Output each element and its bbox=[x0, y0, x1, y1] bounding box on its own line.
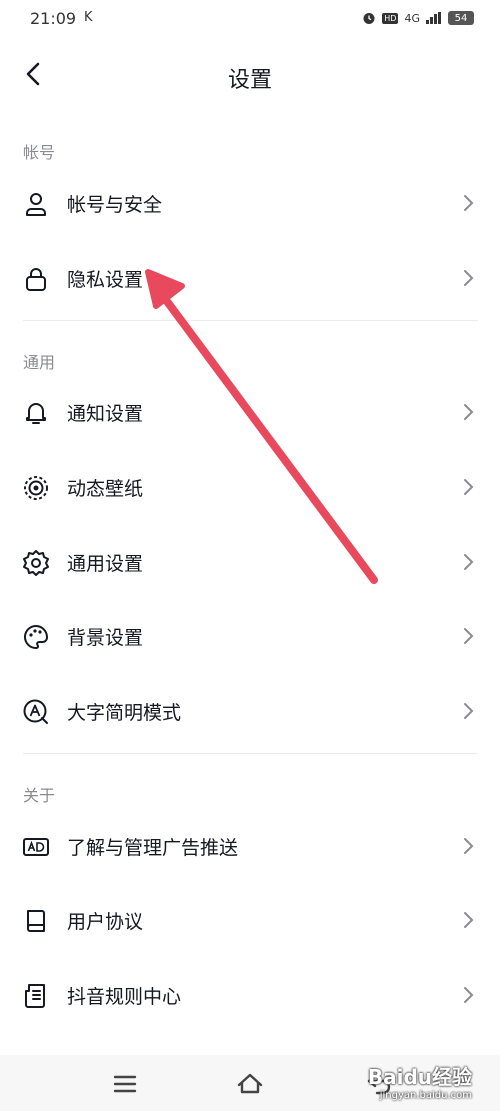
chevron-right-icon bbox=[464, 703, 474, 719]
settings-item-label: 了解与管理广告推送 bbox=[67, 837, 239, 859]
bell-icon bbox=[26, 403, 46, 424]
settings-item-label: 通用设置 bbox=[67, 553, 144, 575]
carrier-icon: K bbox=[84, 10, 93, 25]
baidu-watermark: Baidu经验 jingyan.baidu.com bbox=[368, 1061, 472, 1101]
chevron-right-icon bbox=[464, 987, 474, 1003]
divider bbox=[23, 320, 478, 321]
settings-item-label: 抖音规则中心 bbox=[67, 986, 182, 1008]
chevron-right-icon bbox=[464, 838, 474, 854]
menu-icon[interactable] bbox=[110, 1069, 140, 1099]
chevron-right-icon bbox=[464, 270, 474, 286]
palette-icon bbox=[24, 624, 49, 650]
divider bbox=[23, 753, 478, 754]
section-label-about: 关于 bbox=[23, 786, 56, 805]
network-label: 4G bbox=[404, 11, 420, 25]
settings-item-label: 通知设置 bbox=[67, 403, 144, 425]
watermark-brand: Baidu经验 bbox=[367, 1065, 472, 1089]
settings-item-account-security[interactable]: 帐号与安全 bbox=[0, 166, 500, 238]
book-icon bbox=[27, 910, 45, 932]
settings-item-label: 隐私设置 bbox=[67, 269, 144, 291]
rules-icon bbox=[25, 984, 45, 1008]
hd-badge: HD bbox=[382, 12, 399, 24]
settings-item-label: 背景设置 bbox=[67, 627, 144, 649]
status-time: 21:09 bbox=[30, 9, 77, 28]
settings-item-label: 大字简明模式 bbox=[67, 702, 182, 724]
settings-item-notifications[interactable]: 通知设置 bbox=[0, 375, 500, 447]
chevron-right-icon bbox=[464, 479, 474, 495]
settings-item-large-font-mode[interactable]: 大字简明模式 bbox=[0, 674, 500, 746]
chevron-right-icon bbox=[464, 912, 474, 928]
settings-item-privacy[interactable]: 隐私设置 bbox=[0, 241, 500, 313]
settings-item-label: 用户协议 bbox=[67, 911, 144, 933]
battery-icon: 54 bbox=[448, 11, 474, 25]
status-bar: 21:09 K HD 4G 54 bbox=[0, 0, 500, 40]
user-icon bbox=[26, 193, 46, 216]
gear-icon bbox=[23, 550, 49, 576]
settings-item-background[interactable]: 背景设置 bbox=[0, 599, 500, 671]
large-font-icon bbox=[23, 699, 48, 724]
chevron-right-icon bbox=[464, 404, 474, 420]
settings-item-general[interactable]: 通用设置 bbox=[0, 525, 500, 597]
settings-item-label: 动态壁纸 bbox=[67, 478, 144, 500]
ad-icon bbox=[23, 838, 49, 856]
section-label-general: 通用 bbox=[23, 353, 56, 372]
chevron-right-icon bbox=[464, 195, 474, 211]
section-label-account: 帐号 bbox=[23, 143, 56, 162]
wallpaper-icon bbox=[24, 476, 48, 500]
page-title: 设置 bbox=[227, 68, 272, 93]
alarm-icon bbox=[363, 13, 375, 24]
chevron-right-icon bbox=[464, 554, 474, 570]
chevron-right-icon bbox=[464, 628, 474, 644]
settings-item-user-agreement[interactable]: 用户协议 bbox=[0, 883, 500, 955]
settings-item-ad-management[interactable]: 了解与管理广告推送 bbox=[0, 809, 500, 881]
home-icon[interactable] bbox=[235, 1069, 265, 1099]
status-icons: HD 4G 54 bbox=[362, 11, 474, 25]
lock-icon bbox=[26, 268, 46, 291]
watermark-url: jingyan.baidu.com bbox=[379, 1090, 472, 1101]
settings-item-rules-center[interactable]: 抖音规则中心 bbox=[0, 958, 500, 1030]
settings-item-label: 帐号与安全 bbox=[67, 194, 163, 216]
nav-bar: 设置 bbox=[0, 40, 500, 110]
settings-item-live-wallpaper[interactable]: 动态壁纸 bbox=[0, 450, 500, 522]
signal-icon bbox=[426, 12, 441, 24]
